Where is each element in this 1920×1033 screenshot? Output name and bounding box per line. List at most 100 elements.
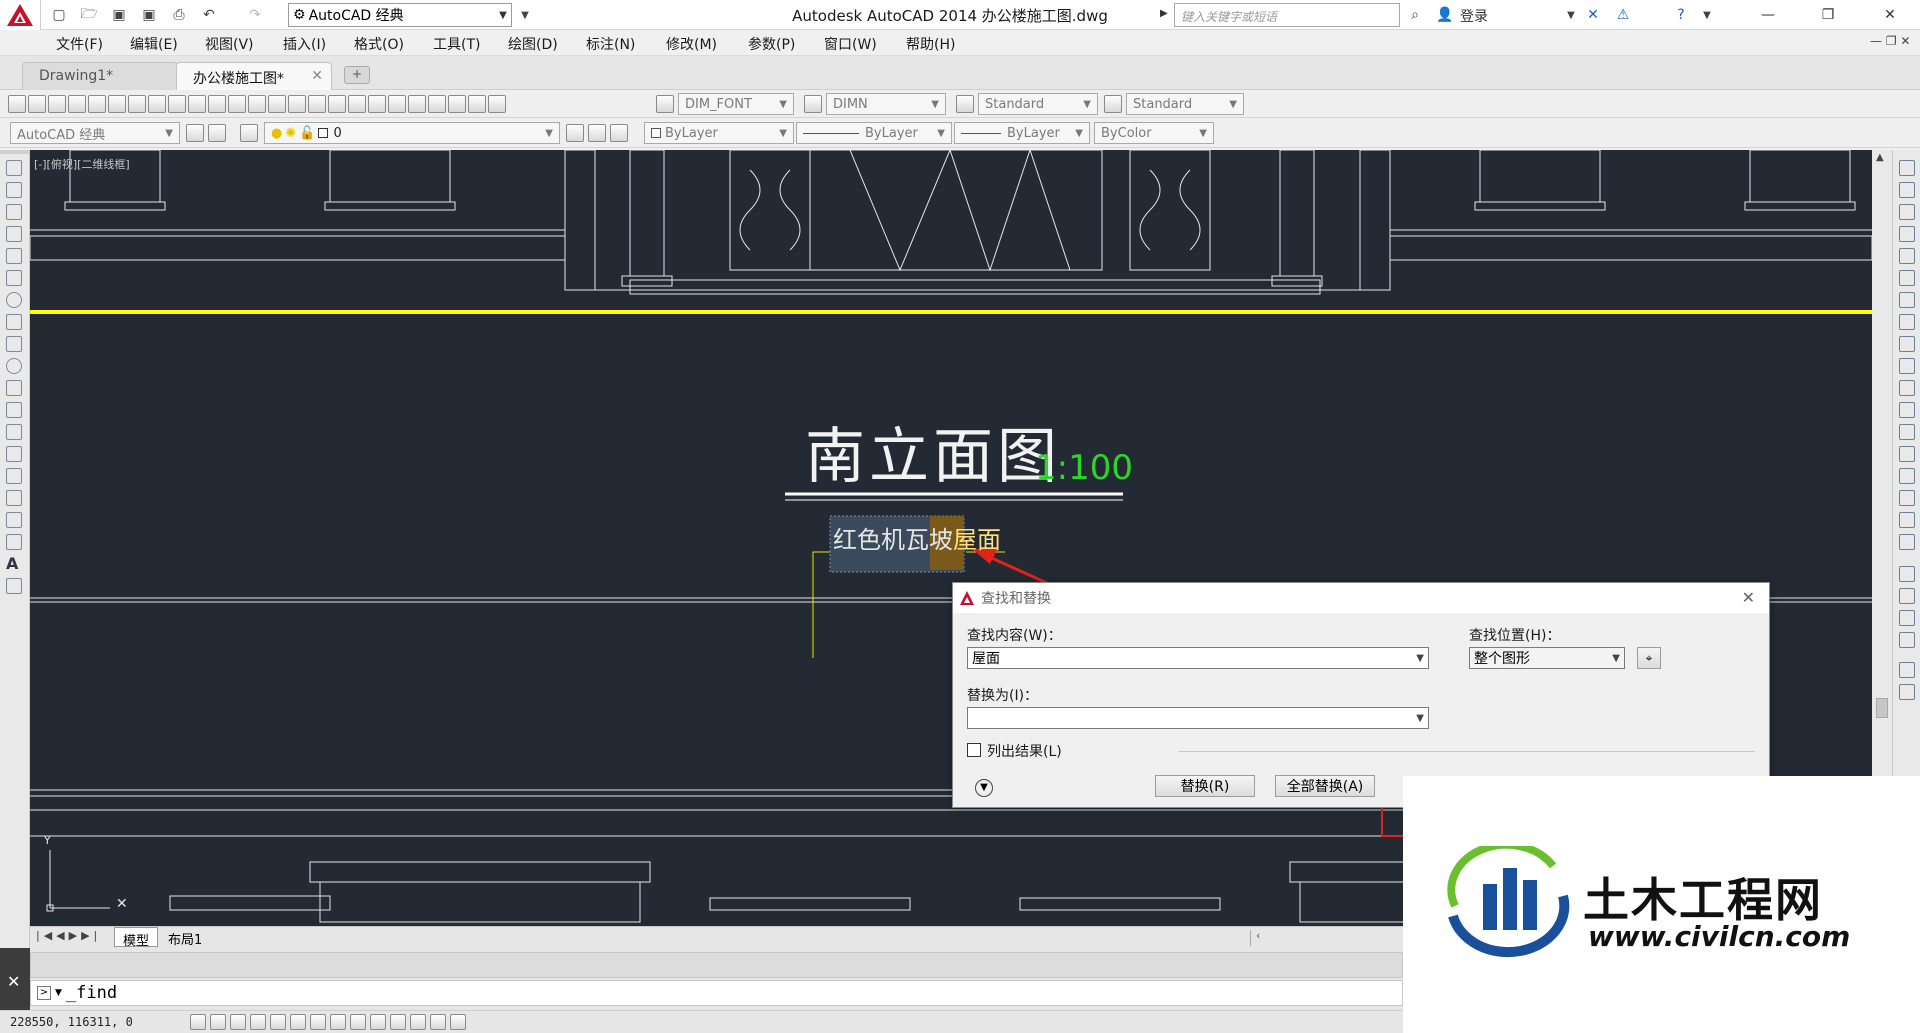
- send-back-icon[interactable]: [1899, 610, 1915, 626]
- snap-mode-icon[interactable]: [210, 1014, 226, 1030]
- search-expand-icon[interactable]: ▶: [1160, 8, 1168, 19]
- qnew-icon[interactable]: [8, 95, 26, 113]
- pan-icon[interactable]: [288, 95, 306, 113]
- ellipse-icon[interactable]: [6, 358, 22, 374]
- scale-icon[interactable]: [1899, 314, 1915, 330]
- color-combo[interactable]: ByLayer ▼: [644, 122, 794, 144]
- binoculars-icon[interactable]: ⌕: [1404, 4, 1426, 26]
- match-properties-icon[interactable]: [208, 95, 226, 113]
- copy-object-icon[interactable]: [1899, 182, 1915, 198]
- chevron-down-icon[interactable]: ▼: [1416, 653, 1424, 664]
- arc-icon[interactable]: [6, 270, 22, 286]
- mirror-icon[interactable]: [1899, 204, 1915, 220]
- paste-icon[interactable]: [188, 95, 206, 113]
- stretch-icon[interactable]: [1899, 336, 1915, 352]
- break-icon[interactable]: [1899, 424, 1915, 440]
- zoom-realtime-icon[interactable]: [308, 95, 326, 113]
- scroll-thumb[interactable]: [1876, 698, 1888, 718]
- revision-cloud-icon[interactable]: [6, 314, 22, 330]
- undo-icon[interactable]: [248, 95, 266, 113]
- table-icon[interactable]: [6, 534, 22, 550]
- trim-icon[interactable]: [1899, 358, 1915, 374]
- workspace-combo-toolbar[interactable]: AutoCAD 经典 ▼: [10, 122, 180, 144]
- close-command-icon[interactable]: ✕: [7, 972, 20, 991]
- dynamic-input-icon[interactable]: [370, 1014, 386, 1030]
- save-workspace-icon[interactable]: [208, 124, 226, 142]
- infer-constraints-icon[interactable]: [190, 1014, 206, 1030]
- 3d-object-snap-icon[interactable]: [310, 1014, 326, 1030]
- exchange-apps-icon[interactable]: ✕: [1582, 4, 1604, 26]
- sheet-set-icon[interactable]: [428, 95, 446, 113]
- dialog-close-icon[interactable]: ✕: [1742, 588, 1755, 607]
- break-at-point-icon[interactable]: [1899, 402, 1915, 418]
- replace-button[interactable]: 替换(R): [1155, 775, 1255, 797]
- explode-icon[interactable]: [1899, 534, 1915, 550]
- menu-window[interactable]: 窗口(W): [824, 34, 877, 54]
- table-style-icon[interactable]: [956, 95, 974, 113]
- line-tool-icon[interactable]: [6, 160, 22, 176]
- fillet-icon[interactable]: [1899, 490, 1915, 506]
- annotation-text[interactable]: 红色机瓦坡屋面: [833, 520, 1001, 555]
- menu-help[interactable]: 帮助(H): [906, 34, 955, 54]
- dialog-title-bar[interactable]: 查找和替换 ✕: [953, 583, 1769, 613]
- open-icon[interactable]: [28, 95, 46, 113]
- doc-tab-drawing1[interactable]: Drawing1*: [22, 62, 178, 90]
- menu-modify[interactable]: 修改(M): [666, 34, 717, 54]
- erase-icon[interactable]: [1899, 160, 1915, 176]
- join-icon[interactable]: [1899, 446, 1915, 462]
- object-snap-tracking-icon[interactable]: [330, 1014, 346, 1030]
- markup-icon[interactable]: [448, 95, 466, 113]
- command-dropdown-icon[interactable]: ▼: [55, 988, 62, 998]
- text-front-icon[interactable]: [1899, 632, 1915, 648]
- hatch-icon[interactable]: [6, 468, 22, 484]
- dims-front-icon[interactable]: [1899, 684, 1915, 700]
- polyline-icon[interactable]: [6, 204, 22, 220]
- array-icon[interactable]: [1899, 248, 1915, 264]
- offset-icon[interactable]: [1899, 226, 1915, 242]
- polar-tracking-icon[interactable]: [270, 1014, 286, 1030]
- save-icon[interactable]: ▣: [108, 4, 130, 26]
- publish-icon[interactable]: [108, 95, 126, 113]
- linetype-combo[interactable]: ByLayer ▼: [796, 122, 952, 144]
- menu-insert[interactable]: 插入(I): [283, 34, 326, 54]
- layer-previous-icon[interactable]: [588, 124, 606, 142]
- add-selected-icon[interactable]: [6, 578, 22, 594]
- restore-icon[interactable]: ❐: [1800, 0, 1856, 30]
- close-tab-icon[interactable]: ✕: [311, 68, 323, 84]
- multileader-style-icon[interactable]: [1104, 95, 1122, 113]
- transparency-icon[interactable]: [410, 1014, 426, 1030]
- draworder-icon[interactable]: [1899, 566, 1915, 582]
- text-style-combo[interactable]: DIM_FONT ▼: [678, 93, 794, 115]
- quick-access-customize-icon[interactable]: ▼: [514, 4, 536, 26]
- cut-icon[interactable]: [148, 95, 166, 113]
- menu-format[interactable]: 格式(O): [354, 34, 404, 54]
- expand-options-icon[interactable]: ▼: [975, 779, 993, 797]
- menu-parametric[interactable]: 参数(P): [748, 34, 795, 54]
- make-current-layer-icon[interactable]: [566, 124, 584, 142]
- menu-edit[interactable]: 编辑(E): [130, 34, 178, 54]
- extend-icon[interactable]: [1899, 380, 1915, 396]
- replace-all-button[interactable]: 全部替换(A): [1275, 775, 1375, 797]
- bring-front-icon[interactable]: [1899, 588, 1915, 604]
- multileader-style-combo[interactable]: Standard ▼: [1126, 93, 1244, 115]
- login-link[interactable]: 登录: [1460, 6, 1488, 26]
- rotate-icon[interactable]: [1899, 292, 1915, 308]
- scroll-left-icon[interactable]: ‹: [1256, 929, 1260, 942]
- design-center-icon[interactable]: [388, 95, 406, 113]
- print-icon[interactable]: ⎙: [168, 4, 190, 26]
- layer-combo[interactable]: ● ✺ 🔓 0 ▼: [264, 122, 560, 144]
- search-input[interactable]: 键入关键字或短语: [1174, 3, 1400, 27]
- plot-preview-icon[interactable]: [88, 95, 106, 113]
- blend-curves-icon[interactable]: [1899, 512, 1915, 528]
- circle-icon[interactable]: [6, 292, 22, 308]
- doc-tab-office-building[interactable]: 办公楼施工图* ✕: [176, 62, 332, 90]
- gradient-icon[interactable]: [6, 490, 22, 506]
- close-icon[interactable]: ✕: [1862, 0, 1918, 30]
- doc-window-controls[interactable]: — ❐ ✕: [1870, 34, 1910, 48]
- spline-icon[interactable]: [6, 336, 22, 352]
- workspace-settings-icon[interactable]: [186, 124, 204, 142]
- help-icon[interactable]: [488, 95, 506, 113]
- menu-file[interactable]: 文件(F): [56, 34, 103, 54]
- grid-display-icon[interactable]: [230, 1014, 246, 1030]
- object-snap-icon[interactable]: [290, 1014, 306, 1030]
